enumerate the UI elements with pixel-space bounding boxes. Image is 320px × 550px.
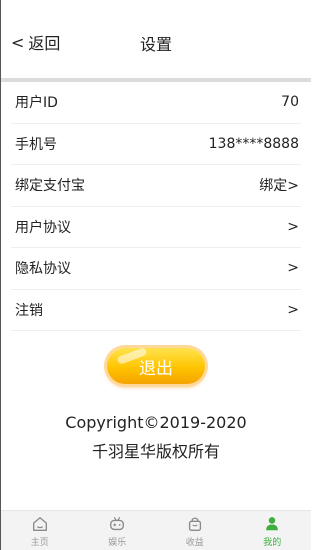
setting-label: 隐私协议 [15,261,71,278]
logout-button[interactable]: 退出 [107,348,205,384]
setting-deregister[interactable]: 注销 > [11,290,301,331]
user-icon [266,517,279,531]
chevron-right-icon: > [287,218,299,235]
chevron-right-icon: > [287,260,299,277]
tab-home[interactable]: 主页 [1,511,79,550]
setting-label: 注销 [15,302,43,319]
setting-label: 用户ID [15,95,58,112]
tab-label: 娱乐 [108,538,127,548]
tab-label: 我的 [263,538,282,548]
copyright-text: Copyright©2019-2020 [65,413,247,432]
bag-icon [188,517,201,531]
settings-list: 用户ID 70 手机号 138****8888 绑定支付宝 绑定> 用户协议 >… [11,82,301,331]
chevron-right-icon: > [287,301,299,318]
setting-label: 用户协议 [15,219,71,236]
setting-value: 70 [281,94,299,111]
logout-container: 退出 [1,348,311,384]
setting-user-id[interactable]: 用户ID 70 [11,82,301,124]
gamepad-icon [110,516,125,531]
tab-label: 收益 [185,538,204,548]
setting-value: 138****8888 [208,135,299,152]
tab-earnings[interactable]: 收益 [156,511,234,550]
top-bar: < 返回 设置 [1,0,311,78]
setting-label: 绑定支付宝 [15,178,85,195]
home-icon [32,517,47,531]
setting-bind-alipay[interactable]: 绑定支付宝 绑定> [11,165,301,207]
page-title: 设置 [139,35,172,54]
tab-mine[interactable]: 我的 [234,511,312,550]
setting-privacy-policy[interactable]: 隐私协议 > [11,248,301,290]
setting-value: 绑定> [259,178,299,195]
bottom-tab-bar: 主页 娱乐 收益 我的 [1,510,311,550]
setting-user-agreement[interactable]: 用户协议 > [11,207,301,248]
setting-label: 手机号 [15,136,57,153]
tab-label: 主页 [30,538,49,548]
copyright-owner: 千羽星华版权所有 [91,442,220,461]
setting-phone[interactable]: 手机号 138****8888 [11,124,301,165]
tab-entertainment[interactable]: 娱乐 [79,511,157,550]
